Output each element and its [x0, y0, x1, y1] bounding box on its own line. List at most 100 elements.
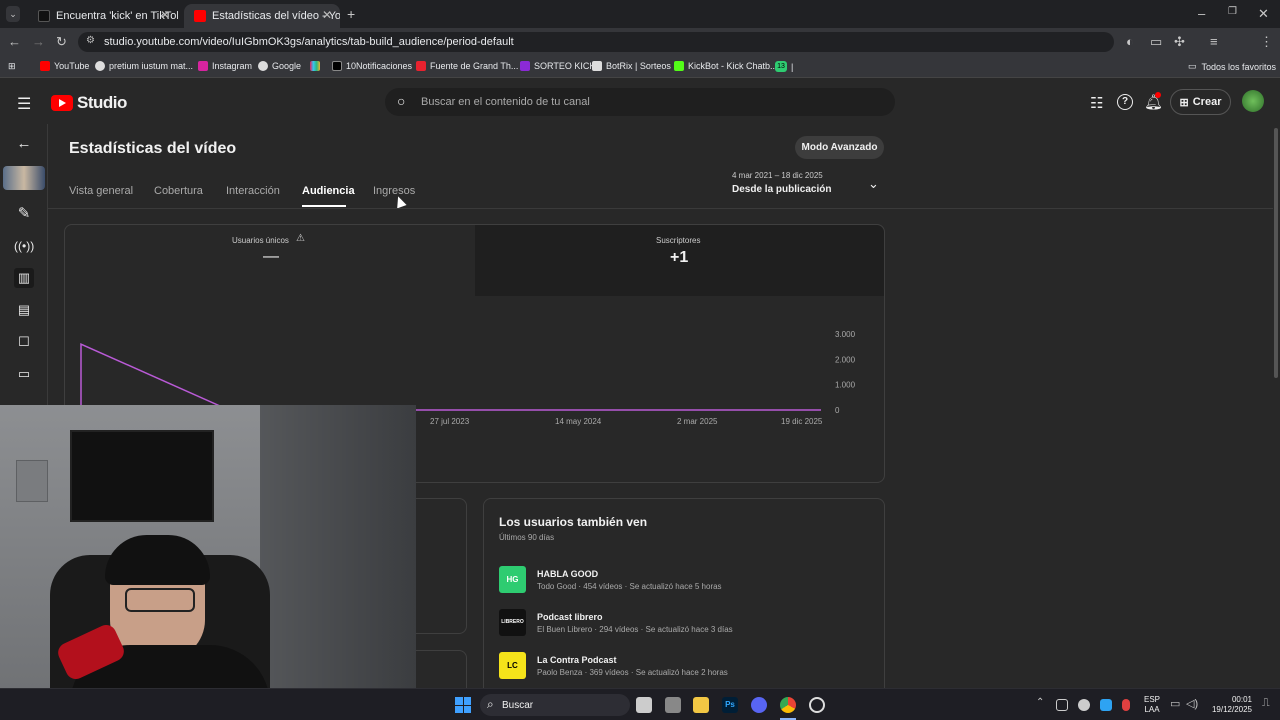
taskbar-search[interactable]: ⌕ Buscar — [480, 694, 630, 716]
bookmark-font[interactable]: Fuente de Grand Th... — [416, 61, 518, 71]
network-icon[interactable]: ▭ — [1170, 697, 1180, 710]
chevron-down-icon[interactable]: ⌄ — [868, 176, 879, 192]
tab-audience[interactable]: Audiencia — [302, 185, 355, 197]
minimize-icon[interactable]: – — [1198, 6, 1205, 21]
x-tick-label: 14 may 2024 — [555, 417, 602, 426]
account-avatar[interactable] — [1242, 90, 1264, 112]
subtitles-icon[interactable]: ▭ — [14, 364, 34, 384]
reading-list-icon[interactable]: ≡ — [1210, 34, 1218, 49]
active-tab-indicator — [302, 205, 346, 207]
volume-icon[interactable]: ◁) — [1186, 697, 1198, 710]
search-icon: ○ — [397, 93, 406, 109]
advanced-mode-button[interactable]: Modo Avanzado — [795, 136, 884, 159]
create-video-icon: ⊞ — [1179, 96, 1189, 109]
channel-name[interactable]: Podcast librero — [537, 612, 603, 622]
file-explorer-icon[interactable] — [693, 697, 709, 713]
tab-tiktok[interactable]: Encuentra 'kick' en TikTok | Bus ✕ — [28, 4, 178, 28]
discord-icon[interactable] — [751, 697, 767, 713]
channel-avatar[interactable]: HG — [499, 566, 526, 593]
forward-icon[interactable]: → — [32, 34, 45, 49]
divider — [48, 208, 1273, 209]
metric-label: Suscriptores — [656, 236, 701, 245]
chevron-up-icon[interactable]: ⌃ — [1036, 697, 1044, 708]
restore-icon[interactable]: ❐ — [1228, 6, 1237, 17]
webcam-wall-panel — [16, 460, 48, 502]
notification-center-icon[interactable]: ⎍ — [1262, 697, 1270, 710]
hamburger-menu-icon[interactable]: ☰ — [17, 94, 31, 114]
close-window-icon[interactable]: ✕ — [1258, 6, 1269, 22]
notification-dot — [1155, 92, 1161, 98]
chrome-icon[interactable] — [780, 697, 796, 713]
back-icon[interactable]: ← — [8, 34, 21, 49]
photoshop-icon[interactable]: Ps — [722, 697, 738, 713]
reload-icon[interactable]: ↻ — [56, 34, 67, 50]
bookmark-google[interactable]: Google — [258, 61, 301, 71]
tab-search-icon[interactable]: ⌄ — [6, 6, 20, 22]
bookmark-badge[interactable]: 13 | — [775, 61, 793, 72]
x-tick-label: 27 jul 2023 — [430, 417, 470, 426]
help-icon[interactable]: ? — [1117, 94, 1133, 110]
edit-pencil-icon[interactable]: ✎ — [14, 204, 34, 224]
tab-reach[interactable]: Cobertura — [154, 185, 203, 197]
extension-icon[interactable]: ◐ — [1126, 34, 1134, 49]
y-tick-label: 2.000 — [835, 355, 856, 364]
warning-icon[interactable]: ⚠ — [296, 233, 305, 244]
comments-icon[interactable]: ☐ — [14, 332, 34, 352]
channel-name[interactable]: La Contra Podcast — [537, 655, 617, 665]
channel-name[interactable]: HABLA GOOD — [537, 569, 598, 579]
onedrive-icon[interactable] — [1078, 699, 1090, 711]
bookmark-kickbot[interactable]: KickBot - Kick Chatb... — [674, 61, 778, 71]
new-tab-icon[interactable]: + — [347, 6, 355, 22]
date-range: 4 mar 2021 – 18 dic 2025 — [732, 171, 823, 180]
tray-icon[interactable] — [1100, 699, 1112, 711]
channel-avatar[interactable]: LC — [499, 652, 526, 679]
close-tab-icon[interactable]: ✕ — [160, 8, 170, 22]
address-bar[interactable]: ⚙ studio.youtube.com/video/IuIGbmOK3gs/a… — [78, 32, 1114, 52]
live-broadcast-icon[interactable]: ((•)) — [14, 236, 34, 256]
tab-overview[interactable]: Vista general — [69, 185, 133, 197]
scrollbar[interactable] — [1274, 128, 1278, 378]
studio-logo[interactable]: Studio — [51, 93, 127, 113]
url-text: studio.youtube.com/video/IuIGbmOK3gs/ana… — [104, 36, 514, 48]
webcam-tv — [70, 430, 214, 522]
bookmark-youtube[interactable]: YouTube — [40, 61, 89, 71]
page-title: Estadísticas del vídeo — [69, 140, 237, 157]
puzzle-icon[interactable]: ✣ — [1174, 34, 1185, 50]
bookmark-instagram[interactable]: Instagram — [198, 61, 252, 71]
video-thumbnail[interactable] — [3, 166, 45, 190]
channel-meta: Todo Good · 454 vídeos · Se actualizó ha… — [537, 582, 722, 591]
search-icon: ⌕ — [487, 697, 494, 711]
bookmark-slack-icon[interactable] — [310, 61, 324, 71]
channel-search-input[interactable]: ○ Buscar en el contenido de tu canal — [385, 88, 895, 116]
bookmark-botrix[interactable]: BotRix | Sorteos — [592, 61, 671, 71]
task-view-icon[interactable] — [636, 697, 652, 713]
messages-icon[interactable]: ☷ — [1090, 94, 1103, 112]
clock[interactable]: 00:01 19/12/2025 — [1210, 695, 1252, 715]
editor-film-icon[interactable]: ▤ — [14, 300, 34, 320]
all-favorites[interactable]: ▭ Todos los favoritos — [1188, 61, 1276, 72]
extension-icon[interactable]: ▭ — [1150, 34, 1162, 50]
bookmark-sorteo-kick[interactable]: SORTEO KICK — [520, 61, 595, 71]
menu-dots-icon[interactable]: ⋮ — [1260, 34, 1273, 50]
channel-avatar[interactable]: LIBRERO — [499, 609, 526, 636]
bookmark-google-1[interactable]: pretium iustum mat... — [95, 61, 193, 71]
back-arrow-icon[interactable]: ← — [14, 134, 34, 154]
webcam-glasses — [125, 588, 195, 612]
tab-title: Estadísticas del vídeo - YouTube — [212, 10, 340, 22]
analytics-icon[interactable]: ▥ — [14, 268, 34, 288]
site-info-icon[interactable]: ⚙ — [86, 35, 95, 46]
language-indicator[interactable]: ESP LAA — [1144, 695, 1160, 715]
app-icon[interactable] — [665, 697, 681, 713]
tray-icon[interactable] — [1056, 699, 1068, 711]
tab-engagement[interactable]: Interacción — [226, 185, 280, 197]
tab-revenue[interactable]: Ingresos — [373, 185, 415, 197]
webcam-door — [260, 405, 416, 720]
bookmark-notifications[interactable]: 10Notificaciones — [332, 61, 412, 71]
windows-start-icon[interactable] — [455, 697, 471, 713]
close-tab-icon[interactable]: ✕ — [322, 8, 332, 22]
app-icon[interactable] — [809, 697, 825, 713]
tab-studio[interactable]: Estadísticas del vídeo - YouTube ✕ — [184, 4, 340, 28]
microphone-icon[interactable] — [1122, 699, 1130, 711]
create-button[interactable]: ⊞ Crear — [1170, 89, 1231, 115]
apps-icon[interactable]: ⊞ — [8, 61, 16, 72]
